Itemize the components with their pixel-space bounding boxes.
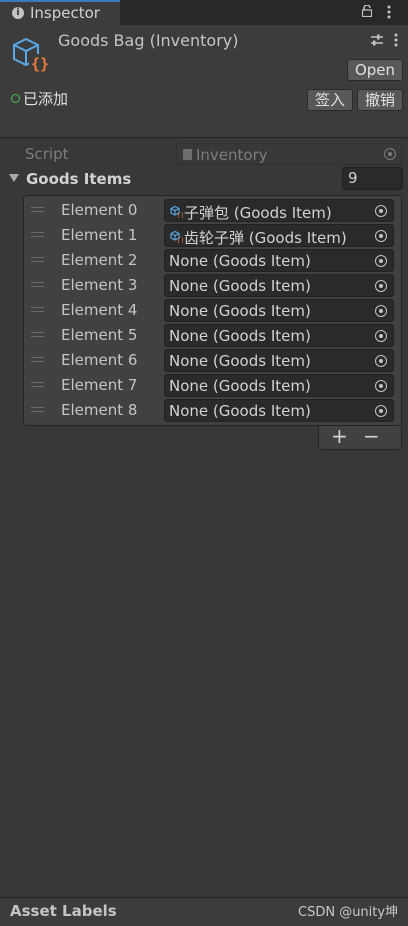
list-item: Element 8 None (Goods Item) xyxy=(24,398,401,423)
object-field[interactable]: None (Goods Item) xyxy=(164,374,394,397)
svg-text:{}: {} xyxy=(31,55,49,73)
list-footer: + − xyxy=(318,424,402,450)
script-label: Script xyxy=(25,145,69,163)
vcs-status-label: 已添加 xyxy=(23,90,69,108)
asset-title: Goods Bag (Inventory) xyxy=(58,31,239,50)
script-field: Inventory xyxy=(176,143,402,165)
element-label: Element 4 xyxy=(61,301,138,319)
element-label: Element 7 xyxy=(61,376,138,394)
element-label: Element 3 xyxy=(61,276,138,294)
checkin-button[interactable]: 签入 xyxy=(307,89,353,111)
object-picker-icon[interactable] xyxy=(375,230,387,242)
element-label: Element 0 xyxy=(61,201,138,219)
object-field[interactable]: {} 子弹包 (Goods Item) xyxy=(164,199,394,222)
object-field[interactable]: None (Goods Item) xyxy=(164,399,394,422)
drag-handle-icon[interactable] xyxy=(31,257,44,262)
object-picker-icon[interactable] xyxy=(375,305,387,317)
object-field[interactable]: None (Goods Item) xyxy=(164,349,394,372)
array-size-field[interactable]: 9 xyxy=(342,167,403,190)
asset-labels-bar: Asset Labels CSDN @unity坤 xyxy=(0,897,408,926)
object-picker-icon[interactable] xyxy=(375,380,387,392)
svg-text:{}: {} xyxy=(177,238,183,244)
scriptable-object-icon: {} xyxy=(13,37,49,73)
goods-items-list: Element 0 {} 子弹包 (Goods Item) Element 1 … xyxy=(23,195,402,426)
context-menu-icon[interactable] xyxy=(393,32,399,48)
object-field-value: None (Goods Item) xyxy=(169,327,311,345)
element-label: Element 5 xyxy=(61,326,138,344)
add-element-button[interactable]: + xyxy=(331,424,348,448)
tab-label: Inspector xyxy=(30,4,100,22)
element-label: Element 8 xyxy=(61,401,138,419)
object-field-value: None (Goods Item) xyxy=(169,252,311,270)
remove-element-button[interactable]: − xyxy=(363,424,380,448)
object-field[interactable]: None (Goods Item) xyxy=(164,274,394,297)
vcs-added-icon xyxy=(11,94,20,103)
drag-handle-icon[interactable] xyxy=(31,207,44,212)
list-item: Element 5 None (Goods Item) xyxy=(24,323,401,348)
object-field-value: 子弹包 (Goods Item) xyxy=(184,204,332,222)
list-item: Element 0 {} 子弹包 (Goods Item) xyxy=(24,198,401,223)
object-picker-icon[interactable] xyxy=(375,355,387,367)
svg-text:{}: {} xyxy=(177,213,183,219)
list-item: Element 1 {} 齿轮子弹 (Goods Item) xyxy=(24,223,401,248)
drag-handle-icon[interactable] xyxy=(31,282,44,287)
object-field-value: None (Goods Item) xyxy=(169,302,311,320)
list-item: Element 3 None (Goods Item) xyxy=(24,273,401,298)
drag-handle-icon[interactable] xyxy=(31,232,44,237)
object-picker-icon xyxy=(384,148,396,160)
drag-handle-icon[interactable] xyxy=(31,307,44,312)
list-item: Element 4 None (Goods Item) xyxy=(24,298,401,323)
object-field[interactable]: None (Goods Item) xyxy=(164,324,394,347)
scriptable-object-icon: {} xyxy=(170,230,183,243)
object-field-value: None (Goods Item) xyxy=(169,377,311,395)
object-field-value: None (Goods Item) xyxy=(169,352,311,370)
more-options-icon[interactable] xyxy=(386,4,392,20)
asset-labels-title[interactable]: Asset Labels xyxy=(10,902,117,920)
script-value: Inventory xyxy=(196,146,268,164)
object-picker-icon[interactable] xyxy=(375,255,387,267)
object-picker-icon[interactable] xyxy=(375,205,387,217)
foldout-arrow-icon[interactable] xyxy=(9,174,19,182)
drag-handle-icon[interactable] xyxy=(31,382,44,387)
object-field-value: 齿轮子弹 (Goods Item) xyxy=(184,229,347,247)
element-label: Element 2 xyxy=(61,251,138,269)
list-item: Element 6 None (Goods Item) xyxy=(24,348,401,373)
drag-handle-icon[interactable] xyxy=(31,332,44,337)
drag-handle-icon[interactable] xyxy=(31,407,44,412)
scriptable-object-icon: {} xyxy=(170,205,183,218)
object-field[interactable]: {} 齿轮子弹 (Goods Item) xyxy=(164,224,394,247)
object-picker-icon[interactable] xyxy=(375,405,387,417)
open-button[interactable]: Open xyxy=(347,59,403,81)
object-picker-icon[interactable] xyxy=(375,280,387,292)
list-item: Element 2 None (Goods Item) xyxy=(24,248,401,273)
preset-settings-icon[interactable] xyxy=(370,33,384,47)
lock-icon[interactable] xyxy=(362,5,372,17)
object-field-value: None (Goods Item) xyxy=(169,277,311,295)
element-label: Element 6 xyxy=(61,351,138,369)
object-field[interactable]: None (Goods Item) xyxy=(164,299,394,322)
list-item: Element 7 None (Goods Item) xyxy=(24,373,401,398)
object-picker-icon[interactable] xyxy=(375,330,387,342)
object-field[interactable]: None (Goods Item) xyxy=(164,249,394,272)
drag-handle-icon[interactable] xyxy=(31,357,44,362)
tab-inspector[interactable]: i Inspector xyxy=(0,0,120,25)
watermark: CSDN @unity坤 xyxy=(298,905,399,920)
object-field-value: None (Goods Item) xyxy=(169,402,311,420)
revert-button[interactable]: 撤销 xyxy=(357,89,403,111)
info-icon: i xyxy=(12,7,24,19)
goods-items-label[interactable]: Goods Items xyxy=(26,170,131,188)
inspector-header: {} Goods Bag (Inventory) Open 已添加 签入 撤销 xyxy=(0,25,408,138)
script-file-icon xyxy=(183,149,192,160)
tab-bar: i Inspector xyxy=(0,0,408,25)
element-label: Element 1 xyxy=(61,226,138,244)
